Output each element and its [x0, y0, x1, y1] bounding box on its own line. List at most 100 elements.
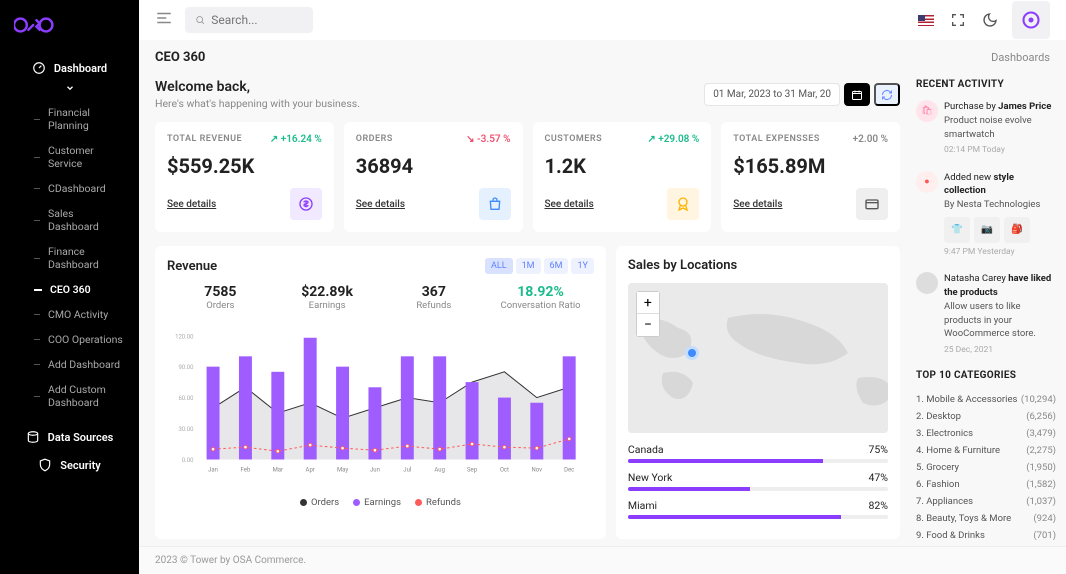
activity-icon: 🛍 — [916, 100, 938, 122]
stat-change: ↗ +16.24 % — [270, 134, 322, 145]
category-row[interactable]: 2. Desktop(6,256) — [916, 408, 1056, 425]
metric: $22.89kEarnings — [274, 284, 381, 311]
search-input[interactable] — [211, 13, 303, 27]
sidebar-item-sales-dashboard[interactable]: Sales Dashboard — [20, 201, 139, 239]
sidebar-item-cmo-activity[interactable]: CMO Activity — [20, 302, 139, 327]
stat-change: +2.00 % — [853, 134, 888, 145]
legend-Orders: Orders — [300, 497, 339, 508]
map-zoom-in[interactable]: + — [637, 292, 659, 314]
category-row[interactable]: 3. Electronics(3,479) — [916, 425, 1056, 442]
category-row[interactable]: 1. Mobile & Accessories(10,294) — [916, 391, 1056, 408]
category-row[interactable]: 6. Fashion(1,582) — [916, 476, 1056, 493]
legend-Refunds: Refunds — [415, 497, 461, 508]
revenue-card: Revenue ALL1M6M1Y 7585Orders$22.89kEarni… — [155, 246, 606, 539]
svg-text:Feb: Feb — [241, 466, 251, 473]
activity-item: 🛍 Purchase by James PriceProduct noise e… — [916, 100, 1056, 157]
date-range-input[interactable]: 01 Mar, 2023 to 31 Mar, 20 — [704, 83, 840, 106]
menu-icon[interactable] — [155, 9, 173, 31]
footer: 2023 © Tower by OSA Commerce. — [139, 546, 1066, 574]
location-row: New York47% — [628, 471, 888, 491]
nav-dashboard[interactable]: Dashboard — [0, 54, 139, 100]
location-row: Canada75% — [628, 443, 888, 463]
gauge-icon — [32, 61, 46, 75]
nav-data-sources[interactable]: Data Sources — [0, 423, 139, 451]
fullscreen-icon[interactable] — [948, 10, 968, 30]
page-title: CEO 360 — [155, 50, 205, 65]
time-tab-1M[interactable]: 1M — [516, 258, 541, 274]
svg-text:Aug: Aug — [434, 466, 445, 473]
location-row: Miami82% — [628, 499, 888, 519]
bag-icon — [479, 188, 511, 220]
svg-text:Mar: Mar — [273, 466, 283, 473]
stat-value: 36894 — [356, 154, 511, 178]
welcome-title: Welcome back, — [155, 79, 360, 95]
calendar-icon — [851, 89, 863, 101]
breadcrumb[interactable]: Dashboards — [991, 51, 1050, 64]
category-row[interactable]: 9. Food & Drinks(701) — [916, 527, 1056, 544]
topbar — [139, 0, 1066, 40]
sidebar-item-finance-dashboard[interactable]: Finance Dashboard — [20, 239, 139, 277]
stat-change: ↘ -3.57 % — [466, 134, 510, 145]
category-row[interactable]: 7. Appliances(1,037) — [916, 493, 1056, 510]
activity-icon: ● — [916, 171, 938, 193]
avatar-button[interactable] — [1012, 1, 1050, 39]
category-row[interactable]: 8. Beauty, Toys & More(924) — [916, 510, 1056, 527]
svg-text:Jun: Jun — [370, 466, 380, 473]
dollar-icon — [290, 188, 322, 220]
refresh-icon — [881, 89, 893, 101]
svg-text:0.00: 0.00 — [182, 457, 194, 464]
see-details-link[interactable]: See details — [733, 199, 782, 210]
sidebar-item-financial-planning[interactable]: Financial Planning — [20, 100, 139, 138]
category-row[interactable]: 5. Grocery(1,950) — [916, 459, 1056, 476]
time-tab-ALL[interactable]: ALL — [485, 258, 513, 274]
world-map[interactable]: + − — [628, 283, 888, 433]
legend-Earnings: Earnings — [353, 497, 401, 508]
svg-text:Sep: Sep — [467, 466, 478, 473]
locations-title: Sales by Locations — [628, 258, 737, 273]
dark-mode-icon[interactable] — [980, 10, 1000, 30]
see-details-link[interactable]: See details — [356, 199, 405, 210]
stat-value: $165.89M — [733, 154, 888, 178]
svg-text:Oct: Oct — [500, 466, 509, 473]
activity-item: ● Added new style collectionBy Nesta Tec… — [916, 171, 1056, 259]
nav-security[interactable]: Security — [0, 451, 139, 479]
sidebar-item-cdashboard[interactable]: CDashboard — [20, 176, 139, 201]
sidebar-item-customer-service[interactable]: Customer Service — [20, 138, 139, 176]
language-flag[interactable] — [916, 10, 936, 30]
refresh-button[interactable] — [874, 83, 900, 106]
map-zoom-out[interactable]: − — [637, 314, 659, 336]
stat-card-1: ORDERS ↘ -3.57 % 36894 See details — [344, 122, 523, 232]
sidebar-item-add-custom-dashboard[interactable]: Add Custom Dashboard — [20, 377, 139, 415]
see-details-link[interactable]: See details — [545, 199, 594, 210]
svg-text:May: May — [337, 466, 348, 473]
svg-text:Nov: Nov — [532, 466, 543, 473]
revenue-chart: 0.0030.0060.0090.00120.00JanFebMarAprMay… — [167, 319, 594, 489]
wallet-icon — [856, 188, 888, 220]
search-box[interactable] — [185, 7, 313, 33]
category-row[interactable]: 4. Home & Furniture(2,275) — [916, 442, 1056, 459]
calendar-button[interactable] — [844, 83, 870, 106]
sidebar-item-coo-operations[interactable]: COO Operations — [20, 327, 139, 352]
see-details-link[interactable]: See details — [167, 199, 216, 210]
activity-item: Natasha Carey have liked the productsAll… — [916, 272, 1056, 356]
activity-icon — [916, 272, 938, 294]
stat-card-0: TOTAL REVENUE ↗ +16.24 % $559.25K See de… — [155, 122, 334, 232]
top-categories-title: TOP 10 CATEGORIES — [916, 370, 1056, 381]
metric: 7585Orders — [167, 284, 274, 311]
shield-icon — [38, 458, 52, 472]
svg-text:90.00: 90.00 — [178, 364, 194, 371]
stat-card-3: TOTAL EXPENSSES +2.00 % $165.89M See det… — [721, 122, 900, 232]
sidebar-item-add-dashboard[interactable]: Add Dashboard — [20, 352, 139, 377]
time-tab-1Y[interactable]: 1Y — [571, 258, 593, 274]
sidebar: Dashboard Financial Planning Customer Se… — [0, 0, 139, 574]
locations-card: Sales by Locations + − Canada75% New York… — [616, 246, 900, 539]
svg-text:Jul: Jul — [403, 466, 411, 473]
svg-text:Apr: Apr — [306, 466, 315, 473]
revenue-title: Revenue — [167, 259, 217, 274]
sidebar-item-ceo-360[interactable]: CEO 360 — [20, 277, 139, 302]
stat-card-2: CUSTOMERS ↗ +29.08 % 1.2K See details — [533, 122, 712, 232]
logo[interactable] — [0, 14, 139, 54]
time-tab-6M[interactable]: 6M — [544, 258, 569, 274]
stat-change: ↗ +29.08 % — [647, 134, 699, 145]
metric: 18.92%Conversation Ratio — [487, 284, 594, 311]
